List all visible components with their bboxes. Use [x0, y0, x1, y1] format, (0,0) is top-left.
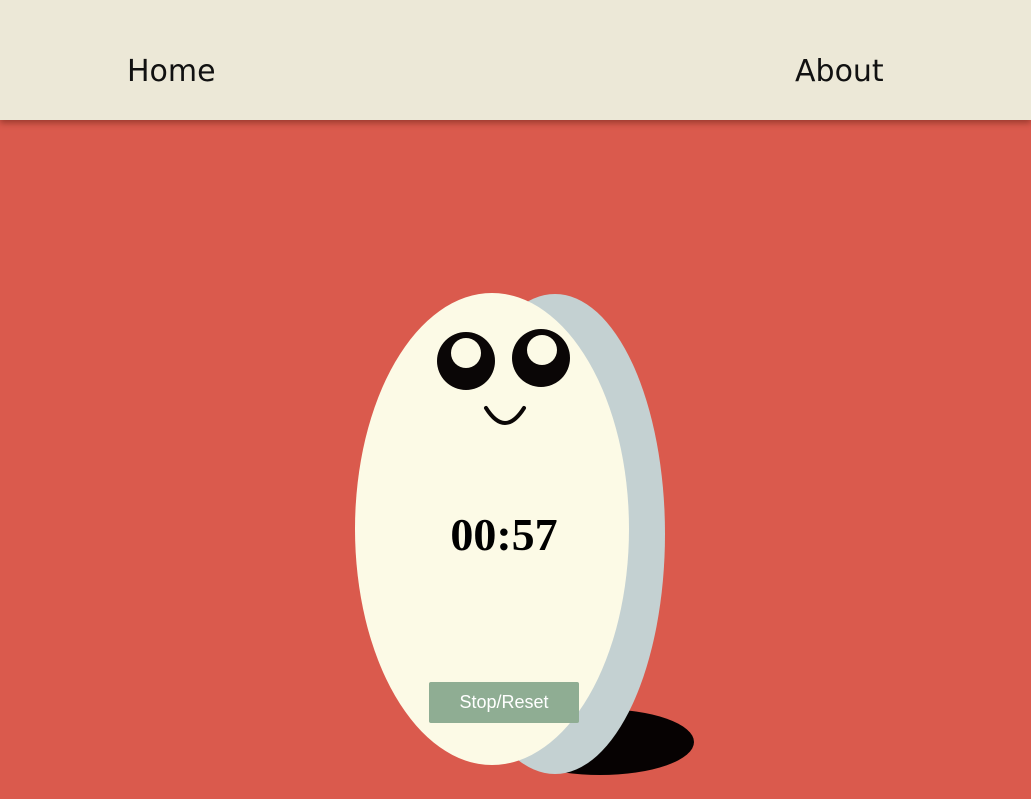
nav-home-link[interactable]: Home	[127, 54, 216, 90]
nav-about-link[interactable]: About	[795, 54, 884, 90]
timer-display: 00:57	[450, 509, 558, 560]
right-eye-icon	[512, 329, 570, 387]
stop-reset-button[interactable]: Stop/Reset	[429, 682, 579, 723]
left-eye-icon	[437, 332, 495, 390]
navbar: Home About	[0, 0, 1031, 120]
